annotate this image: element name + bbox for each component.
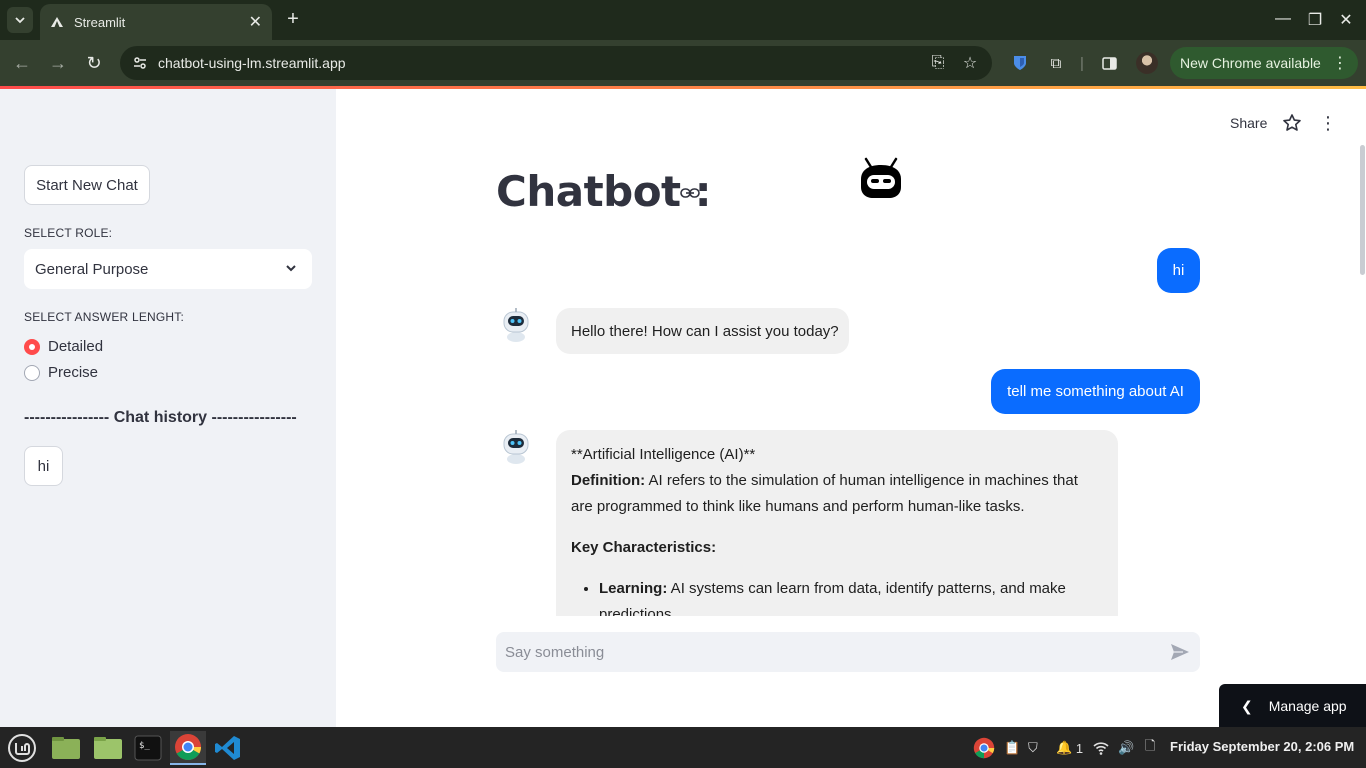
profile-avatar[interactable] [1136,52,1158,74]
address-bar[interactable]: chatbot-using-lm.streamlit.app ⎘ ☆ [120,46,992,80]
new-tab-button[interactable]: + [282,8,304,30]
browser-toolbar: ← → ↻ chatbot-using-lm.streamlit.app ⎘ ☆… [0,40,1366,86]
chrome-update-button[interactable]: New Chrome available ⋮ [1170,47,1358,79]
radio-selected-icon [24,338,40,355]
bullet-label: Learning: [599,580,668,597]
system-clock[interactable]: Friday September 20, 2:06 PM [1170,739,1354,754]
characteristics-list: Learning: AI systems can learn from data… [599,576,1103,616]
send-icon[interactable] [1170,643,1190,661]
install-app-icon[interactable]: ⎘ [928,53,948,73]
definition-label: Definition: [571,472,646,489]
show-desktop-icon[interactable] [48,731,84,765]
radio-detailed[interactable]: Detailed [24,338,103,355]
role-select[interactable]: General Purpose [24,249,312,289]
notifications-icon[interactable]: 🔔 1 [1056,738,1083,758]
bitwarden-shield-icon[interactable] [1010,53,1030,73]
minimize-icon[interactable]: — [1273,10,1293,28]
page-title: Chatbot : [496,167,712,216]
svg-text:$_: $_ [139,741,150,751]
clipboard-icon[interactable]: 📋 [1004,738,1020,758]
reply-definition: Definition: AI refers to the simulation … [571,468,1103,520]
assistant-message-long: **Artificial Intelligence (AI)** Definit… [556,430,1118,616]
terminal-icon[interactable]: $_ [130,731,166,765]
shield-tray-icon[interactable]: ⛉ [1028,738,1038,758]
answer-length-label: SELECT ANSWER LENGHT: [24,310,185,324]
files-folder-icon[interactable] [90,731,126,765]
toolbar-divider: | [1080,54,1084,72]
streamlit-logo-icon [50,15,64,29]
bookmark-star-icon[interactable]: ☆ [960,53,980,73]
list-item: Learning: AI systems can learn from data… [599,576,1103,616]
tab-close-icon[interactable]: ✕ [249,12,262,32]
chrome-update-label: New Chrome available [1180,55,1321,71]
sidebar: Start New Chat SELECT ROLE: General Purp… [0,89,336,727]
user-message: hi [1157,248,1200,293]
chat-input-placeholder: Say something [505,643,605,661]
extensions-puzzle-icon[interactable]: ⧉ [1046,53,1066,73]
manage-app-button[interactable]: ❮ Manage app [1219,684,1366,728]
back-icon[interactable]: ← [11,52,33,74]
chat-history-item[interactable]: hi [24,446,63,486]
share-button[interactable]: Share [1230,115,1267,131]
browser-tab-bar: Streamlit ✕ + — ❐ ✕ [0,0,1366,40]
wifi-icon[interactable] [1093,738,1109,758]
battery-icon[interactable]: 🗋 [1145,738,1155,758]
bot-avatar-icon [503,308,529,342]
os-taskbar: $_ 📋 ⛉ 🔔 1 🔊 🗋 Friday September 20, 2:06… [0,727,1366,768]
browser-tab[interactable]: Streamlit ✕ [40,4,272,40]
reply-heading: **Artificial Intelligence (AI)** [571,446,756,463]
notification-count: 1 [1075,740,1084,756]
chevron-left-icon: ❮ [1241,697,1253,714]
radio-precise[interactable]: Precise [24,364,98,381]
main-menu-icon[interactable]: ⋮ [1318,113,1338,133]
bullet-text: AI systems can learn from data, identify… [599,580,1066,616]
chat-history-title: ---------------- Chat history ----------… [24,409,297,426]
tab-search-button[interactable] [7,7,33,33]
chrome-taskbar-icon[interactable] [170,731,206,765]
key-characteristics-heading: Key Characteristics: [571,539,717,556]
robot-logo-icon [861,157,901,198]
volume-icon[interactable]: 🔊 [1118,738,1134,758]
radio-precise-label: Precise [48,364,99,381]
chat-input[interactable]: Say something [496,632,1200,672]
manage-app-label: Manage app [1268,698,1347,714]
chrome-menu-icon[interactable]: ⋮ [1332,53,1348,73]
radio-unselected-icon [24,364,40,381]
restore-icon[interactable]: ❐ [1305,10,1325,30]
side-panel-icon[interactable] [1099,53,1119,73]
role-select-value: General Purpose [35,260,149,278]
chevron-down-icon [286,265,296,272]
user-message: tell me something about AI [991,369,1200,414]
assistant-message: Hello there! How can I assist you today? [556,308,849,354]
scrollbar[interactable] [1360,145,1365,275]
vscode-icon[interactable] [210,731,246,765]
site-info-icon[interactable] [132,55,148,71]
definition-text: AI refers to the simulation of human int… [571,472,1078,515]
favorite-star-icon[interactable] [1282,113,1302,133]
chevron-down-icon [15,17,25,24]
window-close-icon[interactable]: ✕ [1336,10,1356,30]
forward-icon[interactable]: → [47,52,69,74]
reload-icon[interactable]: ↻ [83,52,105,74]
bot-avatar-icon [503,430,529,464]
link-icon[interactable] [680,185,700,201]
tab-title: Streamlit [74,14,126,30]
select-role-label: SELECT ROLE: [24,226,113,240]
radio-detailed-label: Detailed [48,338,104,355]
url-text: chatbot-using-lm.streamlit.app [158,55,346,71]
mint-menu-icon[interactable] [4,731,40,765]
start-new-chat-button[interactable]: Start New Chat [24,165,150,205]
chrome-tray-icon[interactable] [973,737,995,759]
